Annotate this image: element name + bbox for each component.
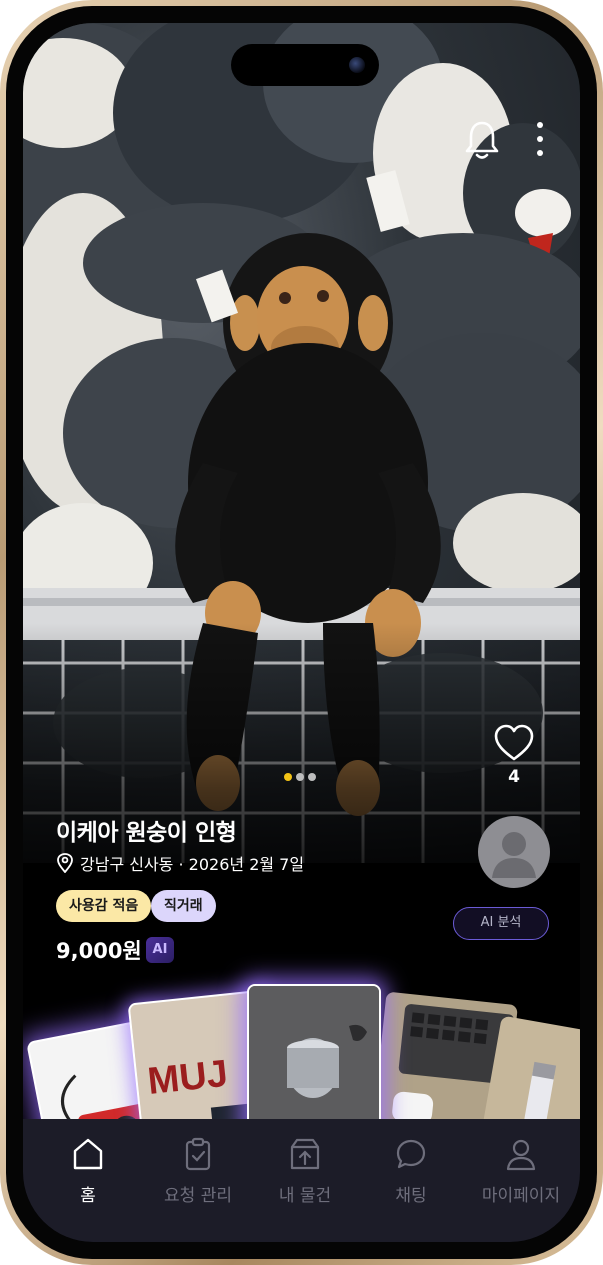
chat-bubble-icon xyxy=(396,1139,426,1169)
avatar-placeholder-icon xyxy=(492,832,536,878)
svg-text:MUJ: MUJ xyxy=(146,1053,230,1103)
nav-mypage-label: 마이페이지 xyxy=(481,1186,561,1206)
nav-my-items-label: 내 물건 xyxy=(278,1186,332,1206)
clipboard-check-icon xyxy=(185,1137,211,1171)
nav-my-items[interactable]: 내 물건 xyxy=(250,1137,360,1206)
nav-chat[interactable]: 채팅 xyxy=(356,1137,466,1206)
product-title: 이케아 원숭이 인형 xyxy=(56,820,237,846)
bottom-navigation: 홈 요청 관리 내 물건 채팅 마이페이지 xyxy=(23,1119,580,1242)
location-row: 강남구 신사동 · 2026년 2월 7일 xyxy=(56,851,304,875)
tag-condition: 사용감 적음 xyxy=(56,890,152,922)
nav-requests-label: 요청 관리 xyxy=(164,1186,232,1206)
more-vertical-icon[interactable] xyxy=(532,119,548,159)
photo-page-indicator xyxy=(284,773,316,781)
location-pin-icon xyxy=(57,853,73,873)
upload-box-icon xyxy=(290,1138,320,1170)
front-camera xyxy=(349,57,365,73)
tag-direct-trade: 직거래 xyxy=(151,890,216,922)
dynamic-island xyxy=(231,44,379,86)
heart-icon[interactable] xyxy=(493,723,535,763)
ai-analyze-button[interactable]: AI 분석 xyxy=(453,907,549,940)
related-items-carousel: MUJ xyxy=(23,958,580,1188)
page-dot-1[interactable] xyxy=(284,773,292,781)
nav-mypage[interactable]: 마이페이지 xyxy=(466,1137,576,1206)
seller-avatar[interactable] xyxy=(478,816,550,888)
nav-home[interactable]: 홈 xyxy=(33,1137,143,1206)
nav-home-label: 홈 xyxy=(80,1186,96,1206)
like-count: 4 xyxy=(508,767,520,787)
app-screen: 4 이케아 원숭이 인형 강남구 신사동 · 2026년 2월 7일 사용감 적… xyxy=(23,23,580,1242)
nav-chat-label: 채팅 xyxy=(395,1186,427,1206)
location-date-text: 강남구 신사동 · 2026년 2월 7일 xyxy=(80,855,305,874)
nav-requests[interactable]: 요청 관리 xyxy=(143,1137,253,1206)
related-item-card-tumbler[interactable] xyxy=(247,984,381,1140)
home-icon xyxy=(73,1138,103,1170)
person-icon xyxy=(506,1139,536,1171)
tumbler-photo xyxy=(249,986,379,1138)
page-dot-2[interactable] xyxy=(296,773,304,781)
page-dot-3[interactable] xyxy=(308,773,316,781)
bell-icon[interactable] xyxy=(463,119,501,161)
